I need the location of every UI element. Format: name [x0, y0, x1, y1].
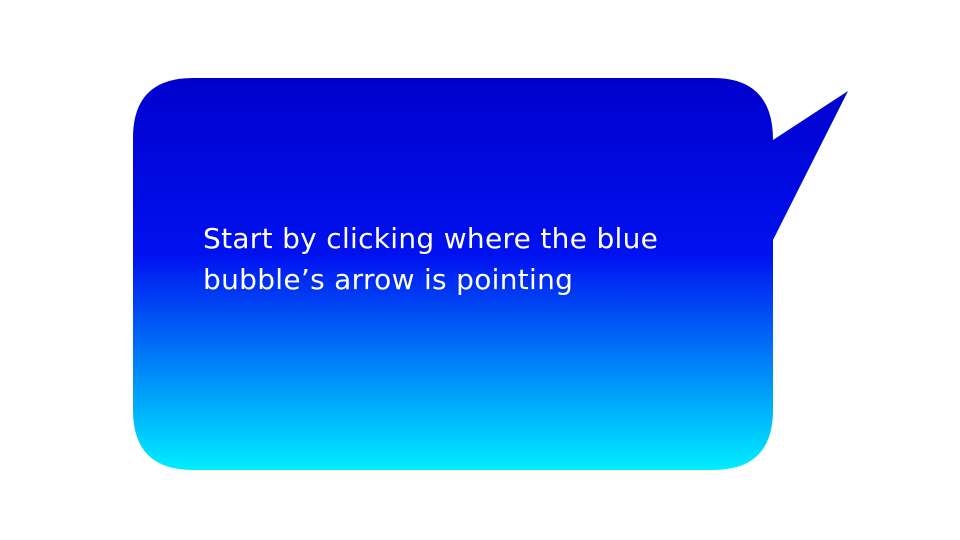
- bubble-message-line-2: bubble’s arrow is pointing: [203, 263, 574, 296]
- bubble-message: Start by clicking where the blue bubble’…: [203, 218, 743, 300]
- bubble-message-line-1: Start by clicking where the blue: [203, 222, 659, 255]
- slide-canvas: Start by clicking where the blue bubble’…: [0, 0, 960, 540]
